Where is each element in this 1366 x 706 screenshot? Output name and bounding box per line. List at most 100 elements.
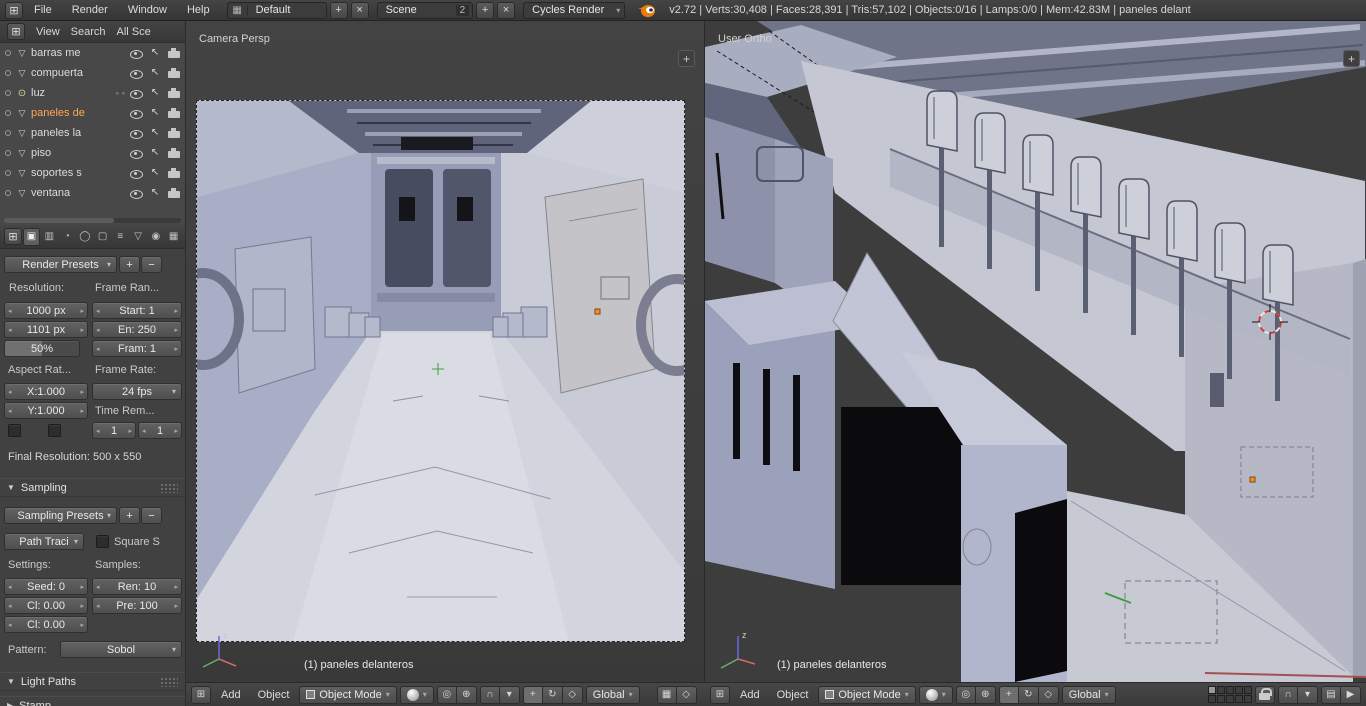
visibility-eye-icon[interactable]	[128, 65, 144, 81]
pattern-select[interactable]: Sobol	[60, 641, 182, 658]
snap-element-icon[interactable]: ▾	[1298, 685, 1318, 704]
visibility-eye-icon[interactable]	[128, 185, 144, 201]
selectability-cursor-icon[interactable]: ↖	[147, 145, 163, 161]
menu-help[interactable]: Help	[178, 2, 219, 18]
lock-to-scene-icon[interactable]	[1255, 685, 1275, 704]
panel-expand-icon[interactable]: ▼	[7, 677, 15, 686]
opengl-render-anim-icon[interactable]: ▶	[1341, 685, 1361, 704]
expand-dot-icon[interactable]	[5, 190, 11, 196]
outliner-item[interactable]: ▽ compuerta ↖	[0, 63, 185, 83]
outliner-item[interactable]: ▽ piso ↖	[0, 143, 185, 163]
selectability-cursor-icon[interactable]: ↖	[147, 105, 163, 121]
delete-layout-button[interactable]: ×	[350, 1, 369, 19]
selectability-cursor-icon[interactable]: ↖	[147, 185, 163, 201]
integrator-select[interactable]: Path Traci	[4, 533, 84, 550]
visibility-eye-icon[interactable]	[128, 165, 144, 181]
editor-type-3dview-icon[interactable]: ⊞	[710, 685, 730, 704]
expand-dot-icon[interactable]	[5, 70, 11, 76]
add-layout-button[interactable]: +	[329, 1, 348, 19]
manipulator-translate-icon[interactable]: +	[998, 685, 1019, 704]
tab-render[interactable]: ▣	[23, 227, 40, 246]
outliner-item-active[interactable]: ▽ paneles de ↖	[0, 103, 185, 123]
transform-orientation-select[interactable]: Global ▾	[585, 685, 640, 704]
aspect-y-field[interactable]: Y:1.000	[4, 402, 88, 419]
pivot-align-icon[interactable]: ⊕	[975, 685, 996, 704]
square-samples-checkbox[interactable]	[96, 535, 109, 548]
time-remap-old-field[interactable]: 1	[92, 422, 136, 439]
sampling-presets-select[interactable]: Sampling Presets	[4, 507, 117, 524]
manipulator-rotate-icon[interactable]: ↻	[1018, 685, 1039, 704]
stamp-panel-header[interactable]: ▶ Stamp	[0, 696, 185, 706]
visibility-eye-icon[interactable]	[128, 145, 144, 161]
aspect-x-field[interactable]: X:1.000	[4, 383, 88, 400]
region-expand-button[interactable]: +	[678, 50, 695, 67]
expand-dot-icon[interactable]	[5, 50, 11, 56]
expand-dot-icon[interactable]	[5, 130, 11, 136]
viewport-camera[interactable]: Camera Persp + z (1) paneles delanteros	[186, 21, 705, 682]
ortho-view-scene[interactable]	[705, 21, 1366, 682]
opengl-render-still-icon[interactable]: ▤	[1321, 685, 1341, 704]
expand-dot-icon[interactable]	[5, 150, 11, 156]
border-checkbox[interactable]	[8, 424, 21, 437]
layer-toggle[interactable]	[1244, 695, 1252, 703]
tab-render-layers[interactable]: ▥	[41, 228, 58, 246]
render-engine-select[interactable]: Cycles Render ▾	[523, 1, 626, 19]
visibility-eye-icon[interactable]	[128, 85, 144, 101]
time-remap-new-field[interactable]: 1	[138, 422, 182, 439]
editor-type-outliner-icon[interactable]: ⊞	[7, 23, 25, 40]
snap-magnet-icon[interactable]: ∩	[479, 685, 500, 704]
remove-preset-button[interactable]: −	[141, 256, 162, 273]
outliner-item[interactable]: ▽ barras me ↖	[0, 43, 185, 63]
tab-object-data[interactable]: ▽	[130, 228, 147, 246]
panel-grip-icon[interactable]	[160, 482, 178, 493]
manipulator-scale-icon[interactable]: ◇	[1038, 685, 1059, 704]
renderability-camera-icon[interactable]	[166, 105, 182, 121]
layer-toggle[interactable]	[1208, 686, 1216, 694]
clamp-direct-field[interactable]: Cl: 0.00	[4, 597, 88, 614]
renderability-camera-icon[interactable]	[166, 85, 182, 101]
clamp-indirect-field[interactable]: Cl: 0.00	[4, 616, 88, 633]
layer-toggle[interactable]	[1235, 695, 1243, 703]
tab-world[interactable]: ◯	[76, 228, 93, 246]
frame-start-field[interactable]: Start: 1	[92, 302, 182, 319]
viewport-shading-select[interactable]: ▾	[918, 685, 953, 704]
object-menu[interactable]: Object	[251, 689, 297, 701]
layers-widget[interactable]	[1208, 686, 1252, 703]
scrollbar-thumb[interactable]	[4, 218, 114, 223]
panel-expand-icon[interactable]: ▼	[7, 483, 15, 492]
outliner-scrollbar[interactable]	[4, 218, 181, 223]
render-samples-field[interactable]: Ren: 10	[92, 578, 182, 595]
menu-window[interactable]: Window	[119, 2, 176, 18]
editor-type-3dview-icon[interactable]: ⊞	[191, 685, 211, 704]
tab-scene[interactable]: ◔	[59, 228, 76, 246]
delete-scene-button[interactable]: ×	[497, 1, 516, 19]
selectability-cursor-icon[interactable]: ↖	[147, 65, 163, 81]
menu-file[interactable]: File	[25, 2, 61, 18]
preview-samples-field[interactable]: Pre: 100	[92, 597, 182, 614]
visibility-eye-icon[interactable]	[128, 45, 144, 61]
viewport-user-ortho[interactable]: User Ortho + z (1) paneles delanteros	[705, 21, 1366, 682]
layer-toggle[interactable]	[1217, 695, 1225, 703]
render-border-icon[interactable]: ▦	[656, 685, 677, 704]
camera-lock-icon[interactable]: ◇	[676, 685, 697, 704]
object-menu[interactable]: Object	[770, 689, 816, 701]
layer-toggle[interactable]	[1217, 686, 1225, 694]
layer-toggle[interactable]	[1208, 695, 1216, 703]
outliner-scene-filter[interactable]: All Sce	[117, 26, 151, 38]
seed-field[interactable]: Seed: 0	[4, 578, 88, 595]
expand-dot-icon[interactable]	[5, 110, 11, 116]
layer-toggle[interactable]	[1235, 686, 1243, 694]
renderability-camera-icon[interactable]	[166, 165, 182, 181]
add-scene-button[interactable]: +	[476, 1, 495, 19]
selectability-cursor-icon[interactable]: ↖	[147, 125, 163, 141]
frame-end-field[interactable]: En: 250	[92, 321, 182, 338]
selectability-cursor-icon[interactable]: ↖	[147, 165, 163, 181]
snap-magnet-icon[interactable]: ∩	[1278, 685, 1298, 704]
panel-expand-icon[interactable]: ▶	[7, 701, 13, 706]
renderability-camera-icon[interactable]	[166, 45, 182, 61]
add-menu[interactable]: Add	[214, 689, 248, 701]
manipulator-scale-icon[interactable]: ◇	[562, 685, 583, 704]
editor-type-info-icon[interactable]: ⊞	[5, 1, 23, 19]
frame-step-field[interactable]: Fram: 1	[92, 340, 182, 357]
outliner-item[interactable]: ⊙ luz ◦ ◦ ↖	[0, 83, 185, 103]
